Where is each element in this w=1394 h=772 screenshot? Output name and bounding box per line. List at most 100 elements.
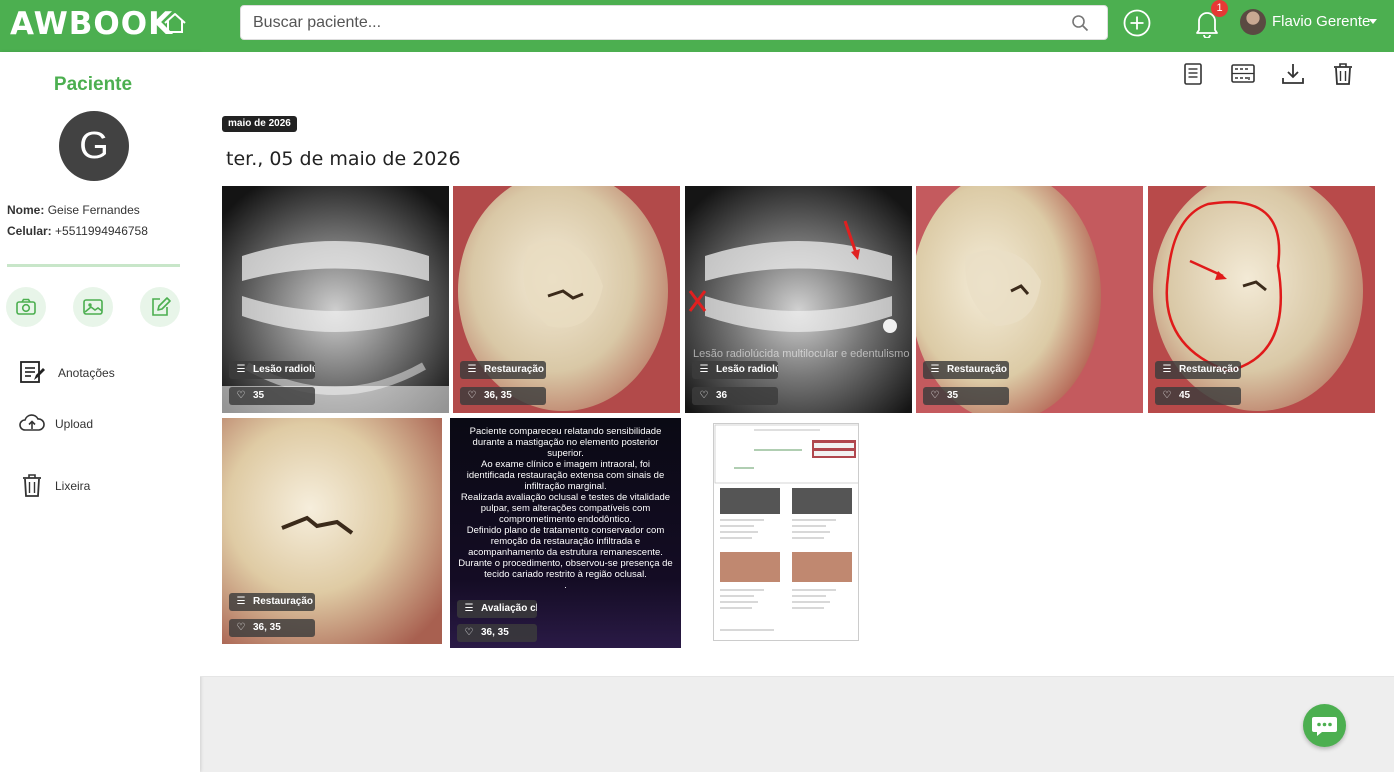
tooth-label: 35 <box>947 390 959 401</box>
list-icon: ☰ <box>1162 364 1172 375</box>
tooth-chip: ♡ 36, 35 <box>460 387 546 405</box>
tooth-chip: ♡ 36 <box>692 387 778 405</box>
add-circle-icon[interactable] <box>1123 9 1151 37</box>
document-thumbnail <box>714 424 858 631</box>
note-chip: ☰ Avaliação clínica <box>457 600 537 618</box>
sidebar-item-label: Lixeira <box>55 479 91 493</box>
media-tile-note[interactable]: Paciente compareceu relatando sensibilid… <box>450 418 681 648</box>
edit-icon <box>152 297 171 316</box>
media-tile-photo[interactable]: ☰ Restauração infiltrada ♡ 35 <box>916 186 1143 413</box>
tooth-label: 35 <box>253 390 265 401</box>
media-tile-photo[interactable]: ☰ Restauração infiltrada ♡ 36, 35 <box>222 418 442 644</box>
tooth-chip: ♡ 36, 35 <box>229 619 315 637</box>
tooth-chip: ♡ 35 <box>229 387 315 405</box>
month-chip: maio de 2026 <box>222 116 297 132</box>
note-label: Restauração infiltrada <box>947 364 1009 375</box>
list-icon: ☰ <box>464 603 474 614</box>
sidebar-title: Paciente <box>53 74 133 95</box>
note-chip: ☰ Restauração infiltrada <box>923 361 1009 379</box>
sidebar-item-annotations[interactable]: Anotações <box>0 352 200 392</box>
content-toolbar <box>200 52 1394 96</box>
list-icon: ☰ <box>699 364 709 375</box>
image-icon <box>83 299 103 315</box>
note-chip: ☰ Restauração infiltrada <box>1155 361 1241 379</box>
media-tile-photo-annotated[interactable]: ☰ Restauração infiltrada ♡ 45 <box>1148 186 1375 413</box>
tooth-icon: ♡ <box>1162 390 1172 401</box>
note-chip: ☰ Restauração infiltrada <box>229 593 315 611</box>
top-bar: AWBOOK 1 Flavio Gerente <box>0 0 1394 52</box>
list-icon: ☰ <box>236 596 246 607</box>
chat-button[interactable] <box>1303 704 1346 747</box>
note-chip: ☰ Lesão radiolúcida multilocular e edentu… <box>692 361 778 379</box>
divider <box>7 264 180 267</box>
camera-button[interactable] <box>6 287 46 327</box>
tooth-chip: ♡ 45 <box>1155 387 1241 405</box>
trash-icon[interactable] <box>1330 61 1356 87</box>
list-icon: ☰ <box>467 364 477 375</box>
patient-search <box>240 5 1108 40</box>
media-tile-photo[interactable]: ☰ Restauração infiltrada ♡ 36, 35 <box>453 186 680 413</box>
sidebar-item-label: Upload <box>55 417 94 431</box>
day-title: ter., 05 de maio de 2026 <box>226 148 461 170</box>
tooth-chip: ♡ 35 <box>923 387 1009 405</box>
xray-overlay-text: Lesão radiolúcida multilocular e edentul… <box>693 348 910 360</box>
tooth-icon: ♡ <box>930 390 940 401</box>
camera-icon <box>16 298 36 315</box>
notes-icon <box>20 361 45 383</box>
note-label: Restauração infiltrada <box>484 364 546 375</box>
user-avatar[interactable] <box>1240 9 1266 35</box>
user-name[interactable]: Flavio Gerente <box>1272 13 1370 30</box>
trash-icon <box>23 474 41 497</box>
note-chip: ☰ Lesão radiolúcida multilocular <box>229 361 315 379</box>
note-label: Avaliação clínica <box>481 603 537 614</box>
note-label: Restauração infiltrada <box>253 596 315 607</box>
search-icon[interactable] <box>1071 14 1089 32</box>
tooth-icon: ♡ <box>699 390 709 401</box>
patient-sidebar: Paciente G Nome: Geise Fernandes Celular… <box>0 52 200 772</box>
edit-button[interactable] <box>140 287 180 327</box>
teeth-chart-icon[interactable] <box>1230 61 1256 87</box>
tooth-label: 45 <box>1179 390 1191 401</box>
sidebar-item-upload[interactable]: Upload <box>0 404 200 444</box>
patient-phone: Celular: +5511994946758 <box>7 224 148 238</box>
gallery-button[interactable] <box>73 287 113 327</box>
tooth-label: 36, 35 <box>481 627 509 638</box>
tooth-label: 36, 35 <box>253 622 281 633</box>
media-tile-document[interactable] <box>713 423 859 641</box>
tooth-label: 36, 35 <box>484 390 512 401</box>
divider <box>200 676 1394 677</box>
patient-avatar: G <box>59 111 129 181</box>
timeline-panel: maio de 2026 ter., 05 de maio de 2026 ☰ L… <box>200 96 1394 676</box>
patient-name: Nome: Geise Fernandes <box>7 203 140 217</box>
notification-badge[interactable]: 1 <box>1211 0 1228 17</box>
tooth-icon: ♡ <box>236 390 246 401</box>
tooth-icon: ♡ <box>467 390 477 401</box>
chat-bubble-icon <box>1312 717 1337 736</box>
tooth-label: 36 <box>716 390 728 401</box>
media-tile-xray-annotated[interactable]: Lesão radiolúcida multilocular e edentul… <box>685 186 912 413</box>
tooth-chip: ♡ 36, 35 <box>457 624 537 642</box>
cloud-upload-icon <box>19 414 45 431</box>
note-label: Lesão radiolúcida multilocular e edentul… <box>716 364 778 375</box>
sidebar-item-trash[interactable]: Lixeira <box>0 465 200 505</box>
list-icon: ☰ <box>236 364 246 375</box>
name-value: Geise Fernandes <box>47 203 140 217</box>
name-label: Nome: <box>7 203 45 217</box>
phone-label: Celular: <box>7 224 52 238</box>
note-chip: ☰ Restauração infiltrada <box>460 361 546 379</box>
search-input[interactable] <box>253 6 1053 39</box>
chevron-down-icon[interactable] <box>1369 19 1377 24</box>
tooth-icon: ♡ <box>464 627 474 638</box>
clinical-note-text: Paciente compareceu relatando sensibilid… <box>458 426 673 591</box>
note-label: Restauração infiltrada <box>1179 364 1241 375</box>
sidebar-item-label: Anotações <box>58 366 115 380</box>
note-label: Lesão radiolúcida multilocular <box>253 364 315 375</box>
document-icon[interactable] <box>1180 61 1206 87</box>
phone-value: +5511994946758 <box>55 224 148 238</box>
media-tile-xray[interactable]: ☰ Lesão radiolúcida multilocular ♡ 35 <box>222 186 449 413</box>
list-icon: ☰ <box>930 364 940 375</box>
download-icon[interactable] <box>1280 61 1306 87</box>
home-icon[interactable] <box>162 10 188 36</box>
app-logo[interactable]: AWBOOK <box>10 6 173 42</box>
tooth-icon: ♡ <box>236 622 246 633</box>
